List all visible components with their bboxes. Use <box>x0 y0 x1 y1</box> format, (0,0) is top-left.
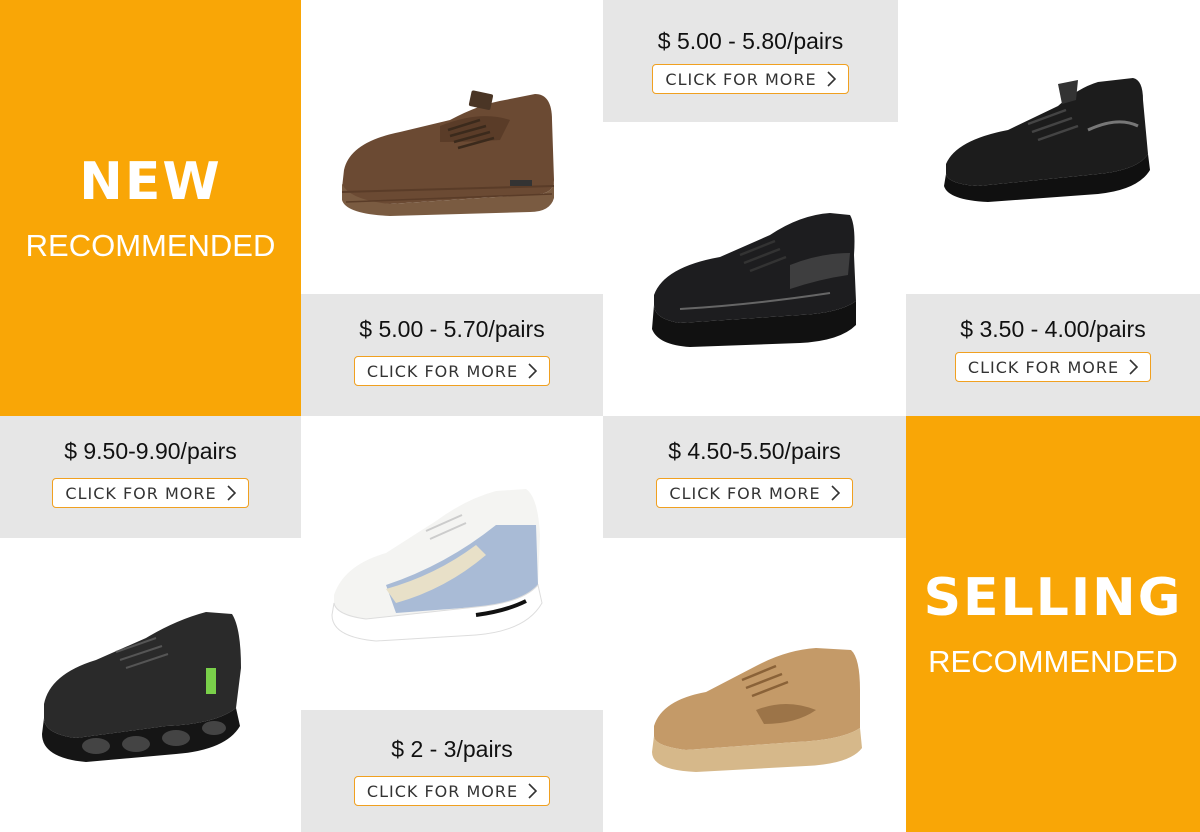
price-panel-brown-leather: $ 5.00 - 5.70/pairs CLICK FOR MORE <box>301 294 603 416</box>
click-for-more-button[interactable]: CLICK FOR MORE <box>656 478 853 509</box>
price-panel-black-runner: $ 5.00 - 5.80/pairs CLICK FOR MORE <box>603 0 898 122</box>
price-panel-black-slipon: $ 3.50 - 4.00/pairs CLICK FOR MORE <box>906 294 1200 416</box>
button-label: CLICK FOR MORE <box>366 781 519 801</box>
chevron-right-icon <box>227 485 236 502</box>
new-subtitle: RECOMMENDED <box>25 227 276 263</box>
price-label: $ 9.50-9.90/pairs <box>64 438 237 464</box>
selling-title: SELLING <box>923 567 1183 628</box>
white-blue-shoe-image[interactable] <box>326 485 566 645</box>
click-for-more-button[interactable]: CLICK FOR MORE <box>52 478 249 509</box>
price-label: $ 5.00 - 5.70/pairs <box>359 316 545 342</box>
selling-recommended-banner: SELLING RECOMMENDED <box>906 416 1200 832</box>
price-label: $ 2 - 3/pairs <box>391 736 513 762</box>
click-for-more-button[interactable]: CLICK FOR MORE <box>954 352 1152 383</box>
button-label: CLICK FOR MORE <box>967 357 1120 377</box>
brown-leather-shoe-image[interactable] <box>330 80 570 220</box>
click-for-more-button[interactable]: CLICK FOR MORE <box>652 64 849 95</box>
new-recommended-banner: NEW RECOMMENDED <box>0 0 301 416</box>
button-label: CLICK FOR MORE <box>65 483 217 503</box>
price-label: $ 4.50-5.50/pairs <box>668 438 841 464</box>
price-panel-black-knit: $ 9.50-9.90/pairs CLICK FOR MORE <box>0 416 301 538</box>
tan-sneaker-shoe-image[interactable] <box>646 640 876 775</box>
button-label: CLICK FOR MORE <box>665 69 817 89</box>
chevron-right-icon <box>827 71 836 88</box>
selling-subtitle: RECOMMENDED <box>928 643 1178 679</box>
button-label: CLICK FOR MORE <box>669 483 821 503</box>
click-for-more-button[interactable]: CLICK FOR MORE <box>353 776 551 807</box>
price-label: $ 5.00 - 5.80/pairs <box>657 28 844 54</box>
chevron-right-icon <box>1129 359 1139 376</box>
click-for-more-button[interactable]: CLICK FOR MORE <box>353 356 551 387</box>
price-label: $ 3.50 - 4.00/pairs <box>960 316 1146 342</box>
black-knit-shoe-image[interactable] <box>36 608 256 768</box>
black-runner-shoe-image[interactable] <box>640 205 870 350</box>
button-label: CLICK FOR MORE <box>366 361 519 381</box>
black-slipon-shoe-image[interactable] <box>938 70 1178 210</box>
chevron-right-icon <box>831 485 840 502</box>
price-panel-tan-sneaker: $ 4.50-5.50/pairs CLICK FOR MORE <box>603 416 906 538</box>
chevron-right-icon <box>528 783 538 800</box>
new-title: NEW <box>79 151 222 212</box>
chevron-right-icon <box>528 363 538 380</box>
price-panel-white-blue: $ 2 - 3/pairs CLICK FOR MORE <box>301 710 603 832</box>
